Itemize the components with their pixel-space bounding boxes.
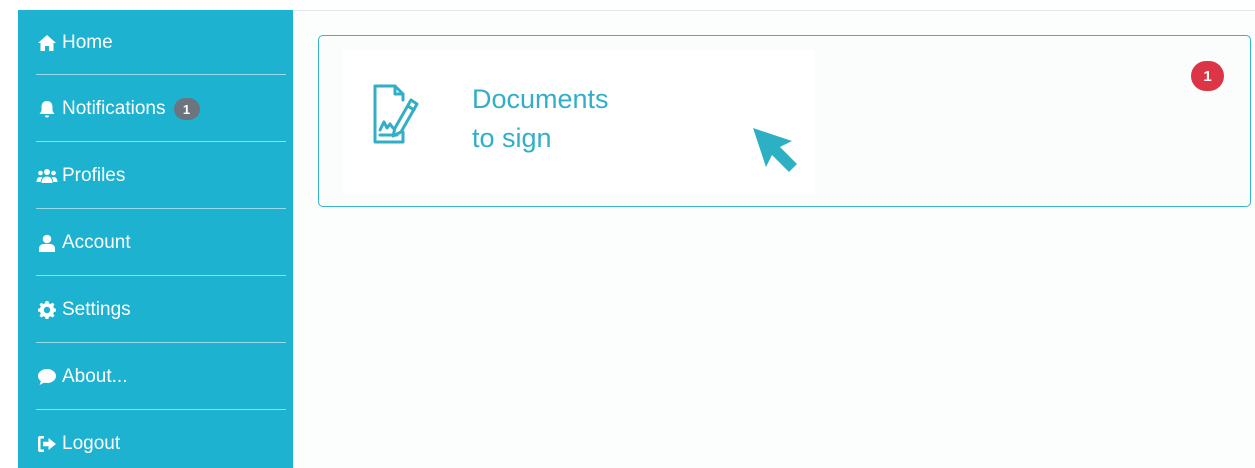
divider bbox=[36, 409, 286, 410]
users-icon bbox=[36, 166, 58, 186]
user-icon bbox=[36, 233, 58, 253]
signed-document-icon bbox=[371, 82, 419, 151]
sidebar-item-about[interactable]: About... bbox=[36, 344, 286, 410]
divider bbox=[36, 74, 286, 75]
pointer-cursor-icon bbox=[752, 127, 798, 180]
sidebar-item-account[interactable]: Account bbox=[36, 210, 286, 276]
sidebar-item-label: About... bbox=[62, 366, 128, 387]
sidebar-item-label: Logout bbox=[62, 433, 121, 454]
sidebar-item-label: Home bbox=[62, 32, 113, 53]
gear-icon bbox=[36, 300, 58, 320]
divider bbox=[36, 141, 286, 142]
sidebar-item-label: Profiles bbox=[62, 165, 126, 186]
documents-to-sign-card[interactable]: Documents to sign 1 bbox=[318, 35, 1251, 207]
home-icon bbox=[36, 33, 58, 53]
sidebar-item-label: Settings bbox=[62, 299, 131, 320]
divider bbox=[36, 275, 286, 276]
bell-icon bbox=[36, 99, 58, 119]
sidebar-item-profiles[interactable]: Profiles bbox=[36, 143, 286, 209]
sidebar-item-logout[interactable]: Logout bbox=[36, 411, 286, 468]
sidebar: Home Notifications 1 Profiles Account Se… bbox=[18, 10, 293, 468]
card-title-line2: to sign bbox=[472, 123, 552, 153]
pending-count-badge: 1 bbox=[1191, 61, 1224, 91]
sidebar-item-label: Notifications bbox=[62, 98, 166, 119]
comment-icon bbox=[36, 367, 58, 387]
card-title-line1: Documents bbox=[472, 84, 609, 114]
divider bbox=[36, 208, 286, 209]
notification-count-badge: 1 bbox=[173, 98, 200, 120]
sidebar-item-label: Account bbox=[62, 232, 131, 253]
sign-out-icon bbox=[36, 434, 58, 454]
card-title: Documents to sign bbox=[472, 80, 609, 158]
sidebar-item-notifications[interactable]: Notifications 1 bbox=[36, 76, 286, 142]
sidebar-item-home[interactable]: Home bbox=[36, 10, 286, 76]
divider bbox=[36, 342, 286, 343]
sidebar-item-settings[interactable]: Settings bbox=[36, 277, 286, 343]
